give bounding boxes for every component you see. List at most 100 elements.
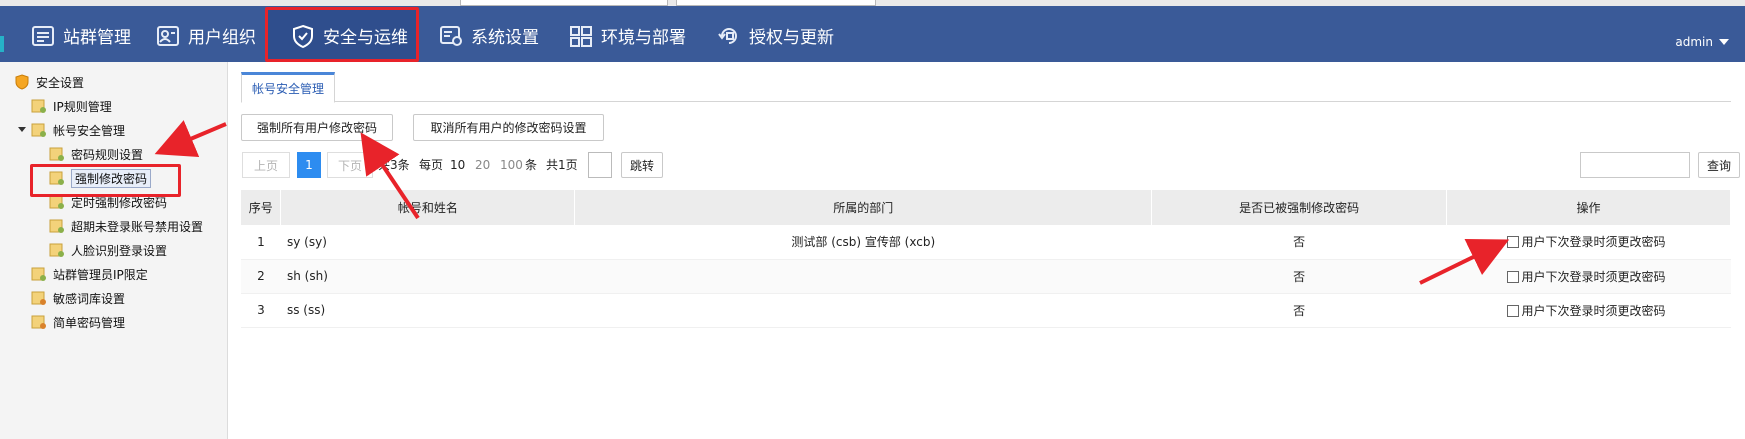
cell-account: ss (ss)	[280, 293, 575, 328]
user-org-icon	[155, 23, 181, 49]
must-change-password-checkbox[interactable]	[1506, 270, 1519, 283]
page-size-100[interactable]: 100	[500, 152, 523, 178]
settings-doc-icon	[31, 314, 47, 330]
page-size-unit: 条	[525, 158, 538, 172]
column-header-department: 所属的部门	[574, 190, 1153, 225]
prev-page-button[interactable]: 上页	[242, 152, 290, 178]
tab-bar: 帐号安全管理	[241, 72, 1731, 103]
column-header-no: 序号	[241, 190, 282, 225]
page-size-10[interactable]: 10	[450, 152, 465, 178]
sidebar-item-label: 密码规则设置	[71, 147, 144, 162]
column-header-action: 操作	[1446, 190, 1731, 225]
cell-no: 2	[241, 259, 281, 294]
sidebar-item-label: 站群管理员IP限定	[53, 267, 148, 282]
nav-label: 授权与更新	[749, 28, 834, 48]
cell-account: sh (sh)	[280, 259, 575, 294]
search-input[interactable]	[1580, 152, 1690, 178]
cell-department	[574, 293, 1152, 328]
nav-item-site-group[interactable]: 站群管理	[14, 9, 143, 62]
user-menu[interactable]: admin	[1675, 35, 1729, 49]
sidebar-root-security-settings[interactable]: 安全设置	[14, 72, 84, 92]
settings-doc-icon	[49, 146, 65, 162]
sidebar-item-label: 安全设置	[36, 75, 85, 90]
sidebar-item-admin-ip-limit[interactable]: 站群管理员IP限定	[31, 264, 148, 284]
system-settings-icon	[438, 23, 464, 49]
must-change-password-checkbox[interactable]	[1506, 304, 1519, 317]
table-row: 3 ss (ss) 否 用户下次登录时须更改密码	[241, 293, 1731, 328]
cancel-all-password-change-button[interactable]: 取消所有用户的修改密码设置	[413, 114, 604, 141]
settings-doc-icon	[31, 122, 47, 138]
nav-item-system-settings[interactable]: 系统设置	[428, 9, 549, 62]
settings-doc-icon	[31, 266, 47, 282]
nav-item-security-ops[interactable]: 安全与运维	[268, 9, 416, 62]
cell-action: 用户下次登录时须更改密码	[1446, 259, 1731, 294]
settings-doc-icon	[31, 290, 47, 306]
sidebar-item-ip-rules[interactable]: IP规则管理	[31, 96, 112, 116]
column-header-forced: 是否已被强制修改密码	[1151, 190, 1448, 225]
checkbox-label[interactable]: 用户下次登录时须更改密码	[1522, 235, 1666, 249]
cell-action: 用户下次登录时须更改密码	[1446, 225, 1731, 260]
total-count: 共3条	[378, 158, 410, 172]
nav-label: 环境与部署	[601, 28, 686, 48]
nav-label: 安全与运维	[323, 28, 408, 48]
checkbox-label[interactable]: 用户下次登录时须更改密码	[1522, 270, 1666, 284]
nav-item-environment[interactable]: 环境与部署	[558, 9, 696, 62]
sidebar-item-account-security[interactable]: 帐号安全管理	[31, 120, 125, 140]
sidebar-item-inactive-account-disable[interactable]: 超期未登录账号禁用设置	[49, 216, 203, 236]
sidebar-item-label: 简单密码管理	[53, 315, 126, 330]
cell-department	[574, 259, 1152, 294]
jump-page-input[interactable]	[588, 152, 612, 178]
site-group-icon	[30, 23, 56, 49]
total-pages: 共1页	[546, 158, 578, 172]
must-change-password-checkbox[interactable]	[1506, 236, 1519, 249]
cell-action: 用户下次登录时须更改密码	[1446, 293, 1731, 328]
sidebar-item-label: 超期未登录账号禁用设置	[71, 219, 204, 234]
table-row: 2 sh (sh) 否 用户下次登录时须更改密码	[241, 259, 1731, 294]
settings-doc-icon	[49, 170, 65, 186]
force-all-password-change-button[interactable]: 强制所有用户修改密码	[241, 114, 393, 141]
top-navigation: 站群管理 用户组织 安全与运维 系统设置 环境与部署 授权与更新 admin	[0, 6, 1745, 62]
sidebar-item-force-password-change[interactable]: 强制修改密码	[49, 168, 152, 188]
sidebar-item-label: 帐号安全管理	[53, 123, 126, 138]
nav-label: 站群管理	[63, 28, 131, 48]
jump-button[interactable]: 跳转	[621, 152, 663, 178]
sidebar-item-sensitive-words[interactable]: 敏感词库设置	[31, 288, 125, 308]
settings-doc-icon	[31, 98, 47, 114]
account-table: 序号 帐号和姓名 所属的部门 是否已被强制修改密码 操作 1 sy (sy) 测…	[241, 190, 1731, 328]
cell-forced: 否	[1151, 259, 1447, 294]
sidebar-item-label: 敏感词库设置	[53, 291, 126, 306]
sidebar-item-simple-password[interactable]: 简单密码管理	[31, 312, 125, 332]
nav-item-license-update[interactable]: 授权与更新	[706, 9, 844, 62]
table-header-row: 序号 帐号和姓名 所属的部门 是否已被强制修改密码 操作	[241, 190, 1731, 225]
chevron-down-icon	[1719, 39, 1729, 45]
settings-doc-icon	[49, 242, 65, 258]
cell-department: 测试部 (csb) 宣传部 (xcb)	[574, 225, 1152, 260]
cell-account: sy (sy)	[280, 225, 575, 260]
sidebar-item-face-login[interactable]: 人脸识别登录设置	[49, 240, 167, 260]
cell-no: 3	[241, 293, 281, 328]
nav-edge-marker	[0, 36, 4, 52]
tree-expand-toggle[interactable]	[18, 127, 26, 132]
cell-forced: 否	[1151, 225, 1447, 260]
nav-item-user-org[interactable]: 用户组织	[145, 9, 266, 62]
nav-label: 用户组织	[188, 28, 256, 48]
page-size-20[interactable]: 20	[475, 152, 490, 178]
next-page-button[interactable]: 下页	[327, 152, 373, 178]
table-row: 1 sy (sy) 测试部 (csb) 宣传部 (xcb) 否 用户下次登录时须…	[241, 225, 1731, 260]
sidebar-item-password-rules[interactable]: 密码规则设置	[49, 144, 143, 164]
cell-forced: 否	[1151, 293, 1447, 328]
environment-icon	[568, 23, 594, 49]
tab-account-security[interactable]: 帐号安全管理	[241, 72, 336, 103]
per-page-label: 每页	[419, 158, 444, 172]
license-update-icon	[716, 23, 742, 49]
shield-check-icon	[290, 23, 316, 49]
user-name: admin	[1675, 35, 1713, 49]
page-1-button[interactable]: 1	[297, 152, 321, 178]
settings-doc-icon	[49, 218, 65, 234]
search-button[interactable]: 查询	[1698, 152, 1740, 178]
cell-no: 1	[241, 225, 281, 260]
checkbox-label[interactable]: 用户下次登录时须更改密码	[1522, 304, 1666, 318]
nav-label: 系统设置	[471, 28, 539, 48]
settings-doc-icon	[49, 194, 65, 210]
sidebar-item-scheduled-password-change[interactable]: 定时强制修改密码	[49, 192, 167, 212]
